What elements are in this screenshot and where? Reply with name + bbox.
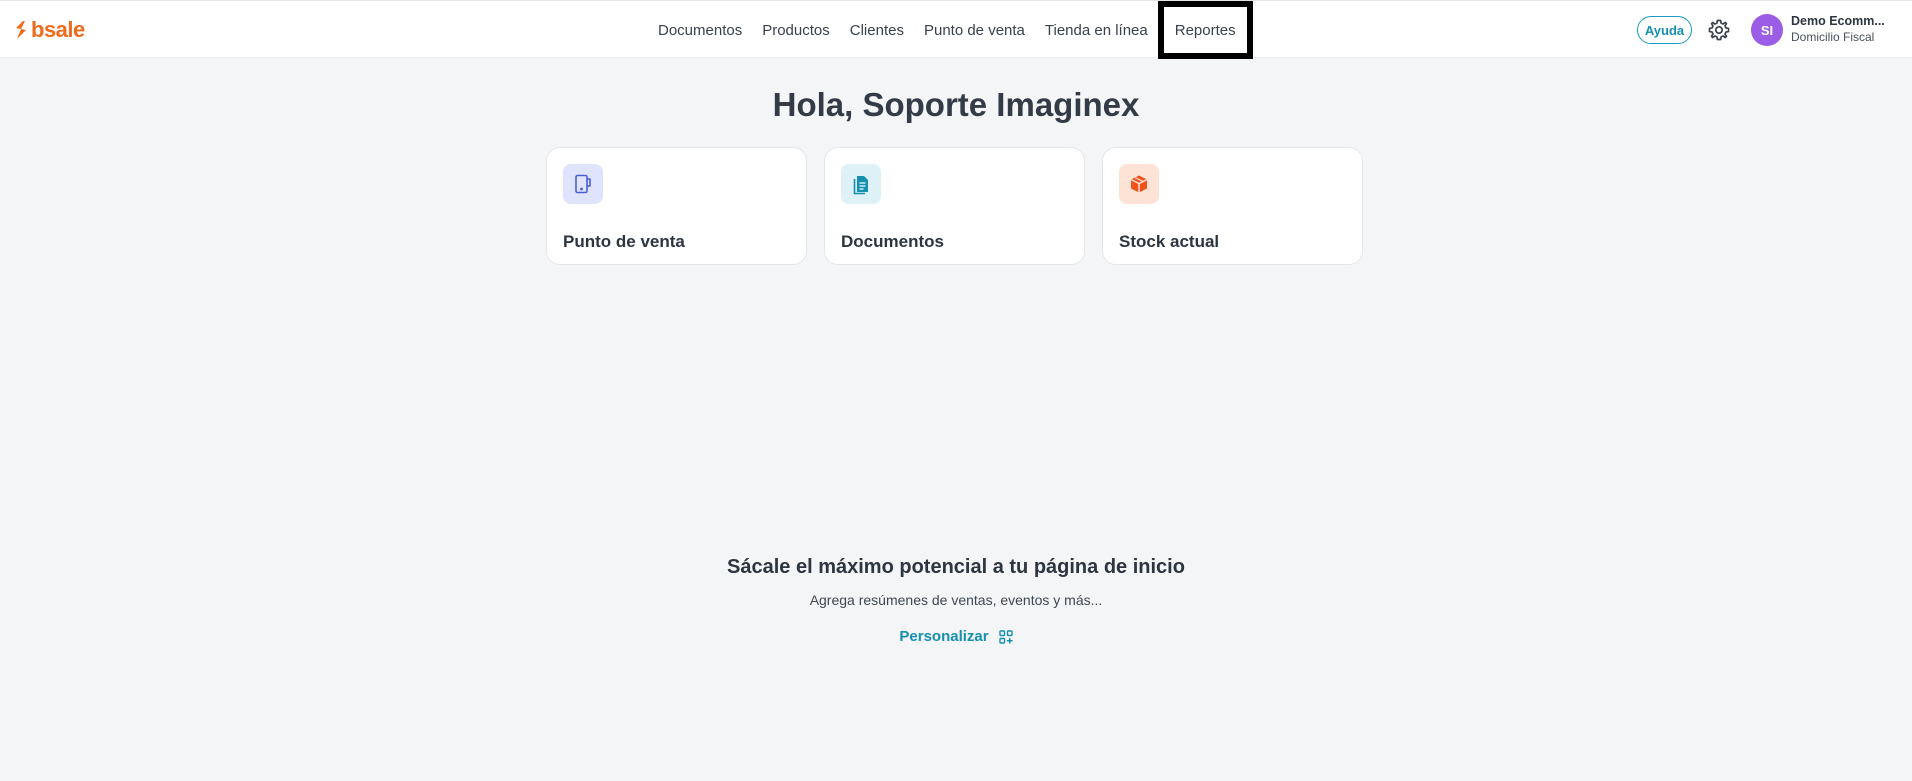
personalize-label: Personalizar xyxy=(899,628,989,645)
nav-item-tienda-en-linea[interactable]: Tienda en línea xyxy=(1035,1,1158,59)
account-switcher[interactable]: Demo Ecomm... Domicilio Fiscal xyxy=(1791,14,1901,45)
card-stock-actual[interactable]: Stock actual xyxy=(1102,147,1363,265)
promo-subtitle: Agrega resúmenes de ventas, eventos y má… xyxy=(809,592,1103,608)
bsale-logo[interactable]: bsale xyxy=(14,17,85,43)
card-label: Stock actual xyxy=(1119,232,1220,251)
avatar[interactable]: SI xyxy=(1751,14,1783,46)
account-subtitle: Domicilio Fiscal xyxy=(1791,30,1875,44)
personalize-button[interactable]: Personalizar xyxy=(899,628,1013,645)
pos-device-icon xyxy=(563,164,603,204)
nav-item-documentos[interactable]: Documentos xyxy=(648,1,752,59)
document-icon xyxy=(841,164,881,204)
top-navigation-bar: bsale Documentos Productos Clientes Punt… xyxy=(0,0,1912,59)
nav-item-clientes[interactable]: Clientes xyxy=(840,1,914,59)
promo-title: Sácale el máximo potencial a tu página d… xyxy=(727,556,1185,578)
add-widget-icon xyxy=(998,629,1013,644)
card-label: Documentos xyxy=(841,232,944,251)
gear-icon[interactable] xyxy=(1707,18,1731,42)
personalize-row: Personalizar xyxy=(0,628,1912,645)
card-label: Punto de venta xyxy=(563,232,685,251)
nav-item-reportes[interactable]: Reportes xyxy=(1157,1,1253,59)
account-name: Demo Ecomm... xyxy=(1791,14,1885,28)
help-button[interactable]: Ayuda xyxy=(1637,16,1692,44)
card-punto-de-venta[interactable]: Punto de venta xyxy=(546,147,807,265)
card-documentos[interactable]: Documentos xyxy=(824,147,1085,265)
nav-item-productos[interactable]: Productos xyxy=(752,1,840,59)
brand-name: bsale xyxy=(31,17,85,42)
main-nav: Documentos Productos Clientes Punto de v… xyxy=(648,1,1253,59)
greeting-title: Hola, Soporte Imaginex xyxy=(772,86,1140,123)
shortcut-cards: Punto de venta Documentos Stock actual xyxy=(546,147,1363,265)
nav-item-punto-de-venta[interactable]: Punto de venta xyxy=(914,1,1035,59)
box-icon xyxy=(1119,164,1159,204)
bsale-logo-icon xyxy=(16,21,26,39)
